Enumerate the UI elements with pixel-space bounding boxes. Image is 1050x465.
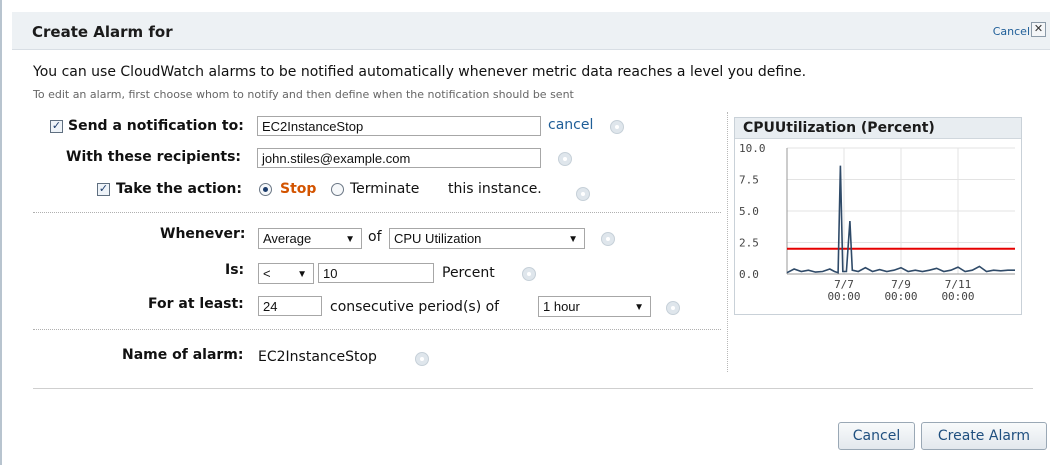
chart-ytick-label: 7.5 (739, 174, 759, 187)
help-icon[interactable] (558, 152, 572, 166)
stop-radio[interactable] (259, 183, 272, 196)
stop-radio-label: Stop (280, 181, 317, 197)
close-icon[interactable]: ✕ (1031, 22, 1046, 37)
recipients-input[interactable]: john.stiles@example.com (257, 148, 541, 168)
send-notification-checkbox[interactable]: ✓ (50, 120, 63, 133)
action-suffix: this instance. (448, 181, 542, 197)
chevron-down-icon: ▼ (568, 234, 578, 245)
of-label: of (368, 229, 382, 245)
period-select[interactable]: 1 hour ▼ (538, 296, 651, 317)
chart-ytick-label: 5.0 (739, 205, 759, 218)
intro-text: You can use CloudWatch alarms to be noti… (33, 64, 807, 80)
help-icon[interactable] (601, 232, 615, 246)
metric-chart-panel: CPUUtilization (Percent) 10.0 7.5 5.0 2.5 0.… (734, 117, 1022, 315)
operator-value: < (263, 266, 271, 281)
section-divider (33, 329, 721, 330)
dialog-left-border (0, 0, 2, 465)
alarm-name-value: EC2InstanceStop (258, 349, 377, 365)
terminate-radio-label: Terminate (350, 181, 420, 197)
statistic-value: Average (263, 231, 312, 246)
chevron-down-icon: ▼ (345, 234, 355, 245)
take-action-checkbox[interactable]: ✓ (97, 183, 110, 196)
operator-select[interactable]: < ▼ (258, 263, 314, 284)
help-icon[interactable] (610, 120, 624, 134)
chart-xtick-label: 00:00 (884, 290, 917, 303)
help-icon[interactable] (522, 267, 536, 281)
create-alarm-button[interactable]: Create Alarm (921, 422, 1047, 450)
chart-xtick-label: 00:00 (827, 290, 860, 303)
alarm-name-label: Name of alarm: (122, 347, 244, 363)
periods-text: consecutive period(s) of (330, 299, 500, 315)
take-action-label: Take the action: (116, 181, 242, 197)
section-divider (33, 212, 721, 213)
cancel-button[interactable]: Cancel (838, 422, 915, 450)
chart-ytick-label: 10.0 (739, 142, 766, 155)
notification-topic-input[interactable]: EC2InstanceStop (257, 116, 541, 136)
metric-value: CPU Utilization (394, 231, 482, 246)
notification-cancel-link[interactable]: cancel (548, 117, 593, 133)
chevron-down-icon: ▼ (297, 269, 307, 280)
chart-ytick-label: 0.0 (739, 268, 759, 281)
header-cancel-link[interactable]: Cancel (993, 25, 1030, 38)
help-icon[interactable] (576, 187, 590, 201)
column-divider (727, 112, 728, 372)
terminate-radio[interactable] (331, 183, 344, 196)
metric-select[interactable]: CPU Utilization ▼ (389, 228, 585, 249)
help-icon[interactable] (415, 352, 429, 366)
recipients-label: With these recipients: (66, 149, 242, 165)
is-label: Is: (225, 262, 245, 278)
chevron-down-icon: ▼ (634, 302, 644, 313)
whenever-label: Whenever: (160, 226, 246, 242)
dialog-header: Create Alarm for Cancel ✕ (12, 12, 1050, 50)
chart-xtick-label: 00:00 (941, 290, 974, 303)
period-value: 1 hour (543, 299, 580, 314)
dialog-title: Create Alarm for (32, 23, 173, 41)
footer-divider (33, 388, 1033, 389)
threshold-unit: Percent (442, 265, 495, 281)
for-at-least-label: For at least: (148, 296, 244, 312)
metric-chart: 10.07.55.02.50.07/700:007/900:007/1100:0… (739, 142, 1015, 303)
statistic-select[interactable]: Average ▼ (258, 228, 362, 249)
chart-ytick-label: 2.5 (739, 237, 759, 250)
periods-input[interactable]: 24 (258, 296, 322, 316)
chart-title: CPUUtilization (Percent) (735, 118, 1021, 139)
intro-subtext: To edit an alarm, first choose whom to n… (33, 88, 574, 101)
help-icon[interactable] (666, 301, 680, 315)
threshold-input[interactable]: 10 (318, 263, 434, 283)
send-notification-label: Send a notification to: (68, 118, 244, 134)
